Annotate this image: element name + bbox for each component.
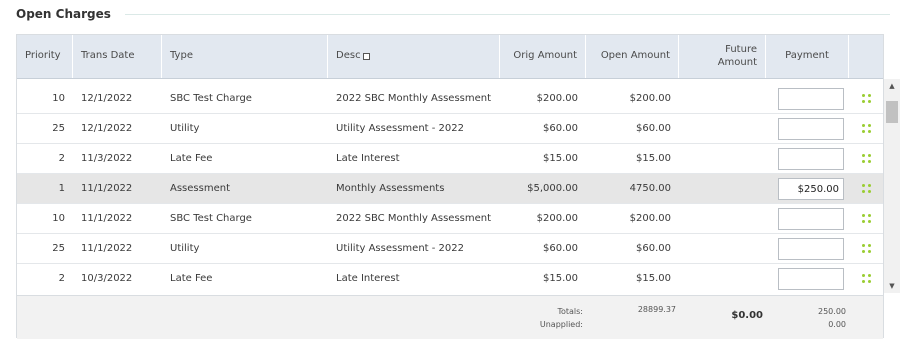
cell-trans-date: 11/3/2022 xyxy=(81,153,133,164)
cell-trans-date: 11/1/2022 xyxy=(81,213,133,224)
payment-input[interactable] xyxy=(778,118,844,140)
table-row[interactable]: 1 11/1/2022 Assessment Monthly Assessments $… xyxy=(17,174,883,204)
table-row[interactable]: 25 11/1/2022 Utility Utility Assessment - 2… xyxy=(17,234,883,264)
cell-type: SBC Test Charge xyxy=(170,93,252,104)
cell-priority: 10 xyxy=(52,213,65,224)
cell-future-amount xyxy=(679,264,766,293)
table-row[interactable]: 25 12/1/2022 Utility Utility Assessment - 2… xyxy=(17,114,883,144)
cell-trans-date: 12/1/2022 xyxy=(81,123,133,134)
cell-future-amount xyxy=(679,114,766,143)
grid-scrollbar[interactable]: ▲ ▼ xyxy=(884,79,900,293)
cell-open-amount: $200.00 xyxy=(629,93,671,104)
totals-label: Totals: xyxy=(557,307,583,316)
cell-priority: 25 xyxy=(52,243,65,254)
scroll-up-arrow-icon[interactable]: ▲ xyxy=(884,79,900,93)
cell-type: Assessment xyxy=(170,183,230,194)
cell-desc: 2022 SBC Monthly Assessment xyxy=(336,213,492,224)
cell-open-amount: $60.00 xyxy=(636,123,671,134)
unapplied-total: 0.00 xyxy=(828,320,846,329)
column-header-actions xyxy=(849,35,883,78)
drag-handle-icon[interactable] xyxy=(862,124,871,133)
cell-orig-amount: $15.00 xyxy=(543,153,578,164)
open-charges-grid: Priority Trans Date Type Desc Orig Amoun… xyxy=(16,34,900,339)
column-header-open-amount[interactable]: Open Amount xyxy=(586,35,679,78)
open-amount-total: 28899.37 xyxy=(637,305,676,314)
table-row[interactable]: 2 10/3/2022 Late Fee Late Interest $15.00 $15… xyxy=(17,264,883,293)
cell-type: Late Fee xyxy=(170,273,213,284)
drag-handle-icon[interactable] xyxy=(862,274,871,283)
cell-priority: 10 xyxy=(52,93,65,104)
cell-orig-amount: $60.00 xyxy=(543,123,578,134)
column-header-trans-date[interactable]: Trans Date xyxy=(73,35,162,78)
payment-input[interactable] xyxy=(778,208,844,230)
cell-desc: Utility Assessment - 2022 xyxy=(336,123,464,134)
cell-open-amount: $200.00 xyxy=(629,213,671,224)
cell-future-amount xyxy=(679,84,766,113)
cell-orig-amount: $200.00 xyxy=(536,93,578,104)
cell-priority: 2 xyxy=(58,153,65,164)
cell-trans-date: 11/1/2022 xyxy=(81,183,133,194)
checkbox-icon[interactable] xyxy=(362,53,370,60)
column-header-orig-amount[interactable]: Orig Amount xyxy=(500,35,586,78)
cell-type: Late Fee xyxy=(170,153,213,164)
cell-open-amount: $15.00 xyxy=(636,153,671,164)
payment-input[interactable] xyxy=(778,88,844,110)
cell-type: SBC Test Charge xyxy=(170,213,252,224)
cell-open-amount: 4750.00 xyxy=(629,183,671,194)
cell-trans-date: 10/3/2022 xyxy=(81,273,133,284)
cell-desc: Utility Assessment - 2022 xyxy=(336,243,464,254)
cell-desc: Monthly Assessments xyxy=(336,183,445,194)
cell-open-amount: $15.00 xyxy=(636,273,671,284)
cell-trans-date: 11/1/2022 xyxy=(81,243,133,254)
drag-handle-icon[interactable] xyxy=(862,154,871,163)
payment-input[interactable] xyxy=(778,268,844,290)
payment-total: 250.00 xyxy=(818,307,846,316)
cell-desc: 2022 SBC Monthly Assessment xyxy=(336,93,492,104)
cell-type: Utility xyxy=(170,123,200,134)
cell-future-amount xyxy=(679,234,766,263)
table-row[interactable]: 2 11/3/2022 Late Fee Late Interest $15.00 $15… xyxy=(17,144,883,174)
cell-orig-amount: $200.00 xyxy=(536,213,578,224)
payment-totals: 250.00 0.00 xyxy=(778,305,846,331)
unapplied-label: Unapplied: xyxy=(539,320,583,329)
scroll-thumb[interactable] xyxy=(886,101,898,123)
cell-type: Utility xyxy=(170,243,200,254)
open-charges-header: Open Charges xyxy=(16,5,890,23)
grid-header: Priority Trans Date Type Desc Orig Amoun… xyxy=(17,35,883,79)
cell-orig-amount: $15.00 xyxy=(543,273,578,284)
column-header-type[interactable]: Type xyxy=(162,35,328,78)
column-header-future-amount[interactable]: Future Amount xyxy=(679,35,766,78)
cell-orig-amount: $60.00 xyxy=(543,243,578,254)
table-row[interactable]: 10 11/1/2022 SBC Test Charge 2022 SBC Month… xyxy=(17,204,883,234)
column-header-priority[interactable]: Priority xyxy=(17,35,73,78)
drag-handle-icon[interactable] xyxy=(862,184,871,193)
cell-desc: Late Interest xyxy=(336,153,400,164)
cell-trans-date: 12/1/2022 xyxy=(81,93,133,104)
table-row[interactable]: 10 12/1/2022 SBC Test Charge 2022 SBC Month… xyxy=(17,84,883,114)
payment-input[interactable] xyxy=(778,178,844,200)
cell-priority: 2 xyxy=(58,273,65,284)
grid-footer: Totals: Unapplied: 28899.37 $0.00 250.00… xyxy=(17,295,883,339)
section-title: Open Charges xyxy=(16,7,111,21)
drag-handle-icon[interactable] xyxy=(862,94,871,103)
cell-priority: 1 xyxy=(58,183,65,194)
cell-orig-amount: $5,000.00 xyxy=(527,183,578,194)
drag-handle-icon[interactable] xyxy=(862,244,871,253)
scroll-down-arrow-icon[interactable]: ▼ xyxy=(884,279,900,293)
grid-body: 10 12/1/2022 SBC Test Charge 2022 SBC Month… xyxy=(17,79,883,293)
payment-input[interactable] xyxy=(778,238,844,260)
cell-open-amount: $60.00 xyxy=(636,243,671,254)
cell-desc: Late Interest xyxy=(336,273,400,284)
future-amount-total: $0.00 xyxy=(731,310,763,321)
column-header-desc[interactable]: Desc xyxy=(328,35,500,78)
cell-future-amount xyxy=(679,204,766,233)
footer-labels: Totals: Unapplied: xyxy=(487,305,583,331)
cell-priority: 25 xyxy=(52,123,65,134)
drag-handle-icon[interactable] xyxy=(862,214,871,223)
cell-future-amount xyxy=(679,174,766,203)
payment-input[interactable] xyxy=(778,148,844,170)
cell-future-amount xyxy=(679,144,766,173)
column-header-payment[interactable]: Payment xyxy=(766,35,849,78)
section-divider xyxy=(124,13,890,15)
